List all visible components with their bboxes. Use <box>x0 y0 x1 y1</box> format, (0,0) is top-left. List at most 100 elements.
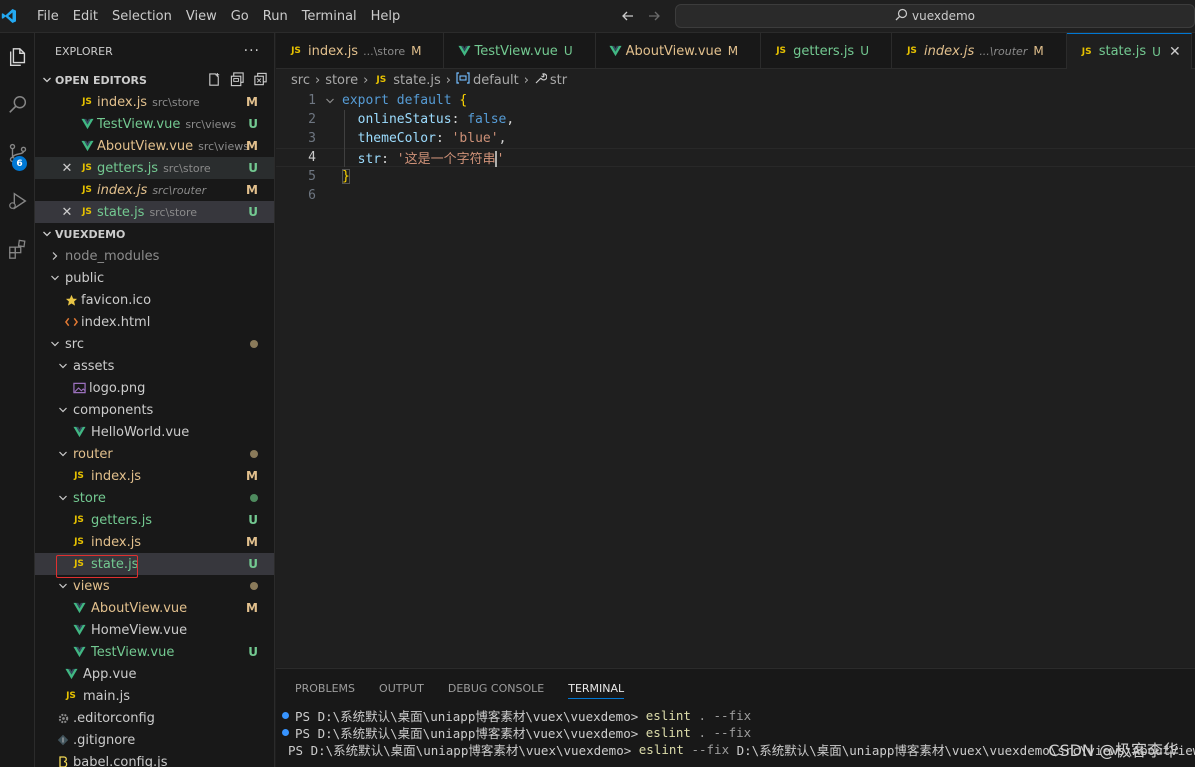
tree-item[interactable]: HelloWorld.vue <box>35 421 274 443</box>
tree-item[interactable]: logo.png <box>35 377 274 399</box>
menu-file[interactable]: File <box>30 0 66 33</box>
tab-state-js[interactable]: JS state.js U ✕ <box>1066 33 1192 69</box>
close-icon[interactable]: ✕ <box>1169 44 1181 60</box>
breadcrumb-default[interactable]: default <box>473 73 519 88</box>
explorer-icon[interactable] <box>0 37 35 77</box>
tree-item[interactable]: favicon.ico <box>35 289 274 311</box>
tree-item[interactable]: components <box>35 399 274 421</box>
chevron-right-icon: › <box>363 72 369 88</box>
breadcrumb-src[interactable]: src <box>291 73 310 88</box>
tree-item[interactable]: router <box>35 443 274 465</box>
chevron-down-icon <box>55 493 71 503</box>
close-icon[interactable]: ✕ <box>59 161 75 176</box>
project-label: VUEXDEMO <box>55 227 126 241</box>
open-editor-item[interactable]: ✕ JS state.js src\store U <box>35 201 274 223</box>
tree-item[interactable]: JS index.js M <box>35 465 274 487</box>
new-untitled-file-icon[interactable] <box>207 72 222 90</box>
extensions-icon[interactable] <box>0 229 35 269</box>
code-text: str: '这是一个字符串' <box>357 151 505 168</box>
open-editor-item[interactable]: JS index.js src\store M <box>35 91 274 113</box>
open-editor-item[interactable]: JS index.js src\router M <box>35 179 274 201</box>
js-file-icon: JS <box>82 207 92 217</box>
menu-run[interactable]: Run <box>256 0 295 33</box>
tree-item[interactable]: assets <box>35 355 274 377</box>
search-icon[interactable] <box>0 85 35 125</box>
code-editor[interactable]: 1 export default { 2 onlineStatus: false… <box>276 91 1195 667</box>
tree-item[interactable]: JS main.js <box>35 685 274 707</box>
js-file-icon: JS <box>82 185 92 195</box>
chevron-down-icon <box>55 361 71 371</box>
tree-item[interactable]: store <box>35 487 274 509</box>
run-debug-icon[interactable] <box>0 181 35 221</box>
tree-item[interactable]: JS getters.js U <box>35 509 274 531</box>
fold-chevron-icon[interactable] <box>318 96 342 106</box>
panel-tab-terminal[interactable]: TERMINAL <box>568 669 624 707</box>
tab-AboutView-vue[interactable]: AboutView.vue M <box>596 33 762 69</box>
tab-TestView-vue[interactable]: TestView.vue U <box>444 33 596 69</box>
vue-file-icon <box>456 45 472 57</box>
tree-item[interactable]: public <box>35 267 274 289</box>
command-center[interactable]: vuexdemo <box>675 4 1195 28</box>
open-editor-item[interactable]: AboutView.vue src\views M <box>35 135 274 157</box>
js-file-icon: JS <box>1081 46 1092 57</box>
breadcrumb-str[interactable]: str <box>550 73 567 88</box>
menu-view[interactable]: View <box>179 0 224 33</box>
panel-tab-output[interactable]: OUTPUT <box>379 669 424 707</box>
tree-item[interactable]: App.vue <box>35 663 274 685</box>
tree-item[interactable]: AboutView.vue M <box>35 597 274 619</box>
tree-item[interactable]: index.html <box>35 311 274 333</box>
js-file-icon: JS <box>82 97 92 107</box>
tree-item[interactable]: TestView.vue U <box>35 641 274 663</box>
js-file-icon: JS <box>74 515 84 525</box>
favicon-star-icon <box>63 294 79 307</box>
tree-item[interactable]: babel.config.js <box>35 751 274 767</box>
tree-item[interactable]: node_modules <box>35 245 274 267</box>
tree-item[interactable]: src <box>35 333 274 355</box>
menu-bar: File Edit Selection View Go Run Terminal Help <box>30 0 407 33</box>
menu-help[interactable]: Help <box>364 0 408 33</box>
file-path: src\store <box>163 161 211 175</box>
panel-tab-problems[interactable]: PROBLEMS <box>295 669 355 707</box>
chevron-down-icon <box>35 75 55 85</box>
open-editors-header[interactable]: OPEN EDITORS <box>35 69 274 91</box>
command-status-dot-icon <box>282 712 289 719</box>
open-editor-item[interactable]: ✕ JS getters.js src\store U <box>35 157 274 179</box>
git-status-badge: U <box>1152 44 1161 59</box>
chevron-right-icon: › <box>445 72 451 88</box>
menu-edit[interactable]: Edit <box>66 0 105 33</box>
line-number: 6 <box>308 188 316 203</box>
terminal-args: . --fix <box>690 708 752 723</box>
menu-terminal[interactable]: Terminal <box>295 0 364 33</box>
menu-selection[interactable]: Selection <box>105 0 179 33</box>
breadcrumb-store[interactable]: store <box>325 73 358 88</box>
breadcrumb-file[interactable]: state.js <box>393 73 440 88</box>
save-all-icon[interactable] <box>230 72 245 90</box>
tree-item[interactable]: .gitignore <box>35 729 274 751</box>
file-name: index.js <box>97 94 148 110</box>
tree-item[interactable]: JS index.js M <box>35 531 274 553</box>
tree-item[interactable]: JS state.js U <box>35 553 274 575</box>
code-text: } <box>342 169 350 184</box>
menu-go[interactable]: Go <box>224 0 256 33</box>
more-actions-icon[interactable]: ··· <box>244 43 260 59</box>
tree-item[interactable]: .editorconfig <box>35 707 274 729</box>
tab-description: ...\store <box>363 44 406 58</box>
code-line: 1 export default { <box>276 91 1195 110</box>
chevron-down-icon <box>35 229 55 239</box>
file-name: AboutView.vue <box>91 600 188 616</box>
tab-getters-js[interactable]: JS getters.js U <box>761 33 892 69</box>
tree-item[interactable]: HomeView.vue <box>35 619 274 641</box>
panel-tab-debug-console[interactable]: DEBUG CONSOLE <box>448 669 544 707</box>
close-all-icon[interactable] <box>253 72 268 90</box>
close-icon[interactable]: ✕ <box>59 205 75 220</box>
tree-item[interactable]: views <box>35 575 274 597</box>
tab-index-js[interactable]: JS index.js ...\router M <box>892 33 1067 69</box>
code-text: export default { <box>342 93 468 108</box>
forward-arrow-icon[interactable] <box>644 6 664 26</box>
back-arrow-icon[interactable] <box>618 6 638 26</box>
html-file-icon <box>63 316 79 328</box>
project-header[interactable]: VUEXDEMO <box>35 223 274 245</box>
open-editor-item[interactable]: TestView.vue src\views U <box>35 113 274 135</box>
panel-tabs: PROBLEMS OUTPUT DEBUG CONSOLE TERMINAL <box>276 669 1195 707</box>
tab-index-js[interactable]: JS index.js ...\store M <box>276 33 445 69</box>
